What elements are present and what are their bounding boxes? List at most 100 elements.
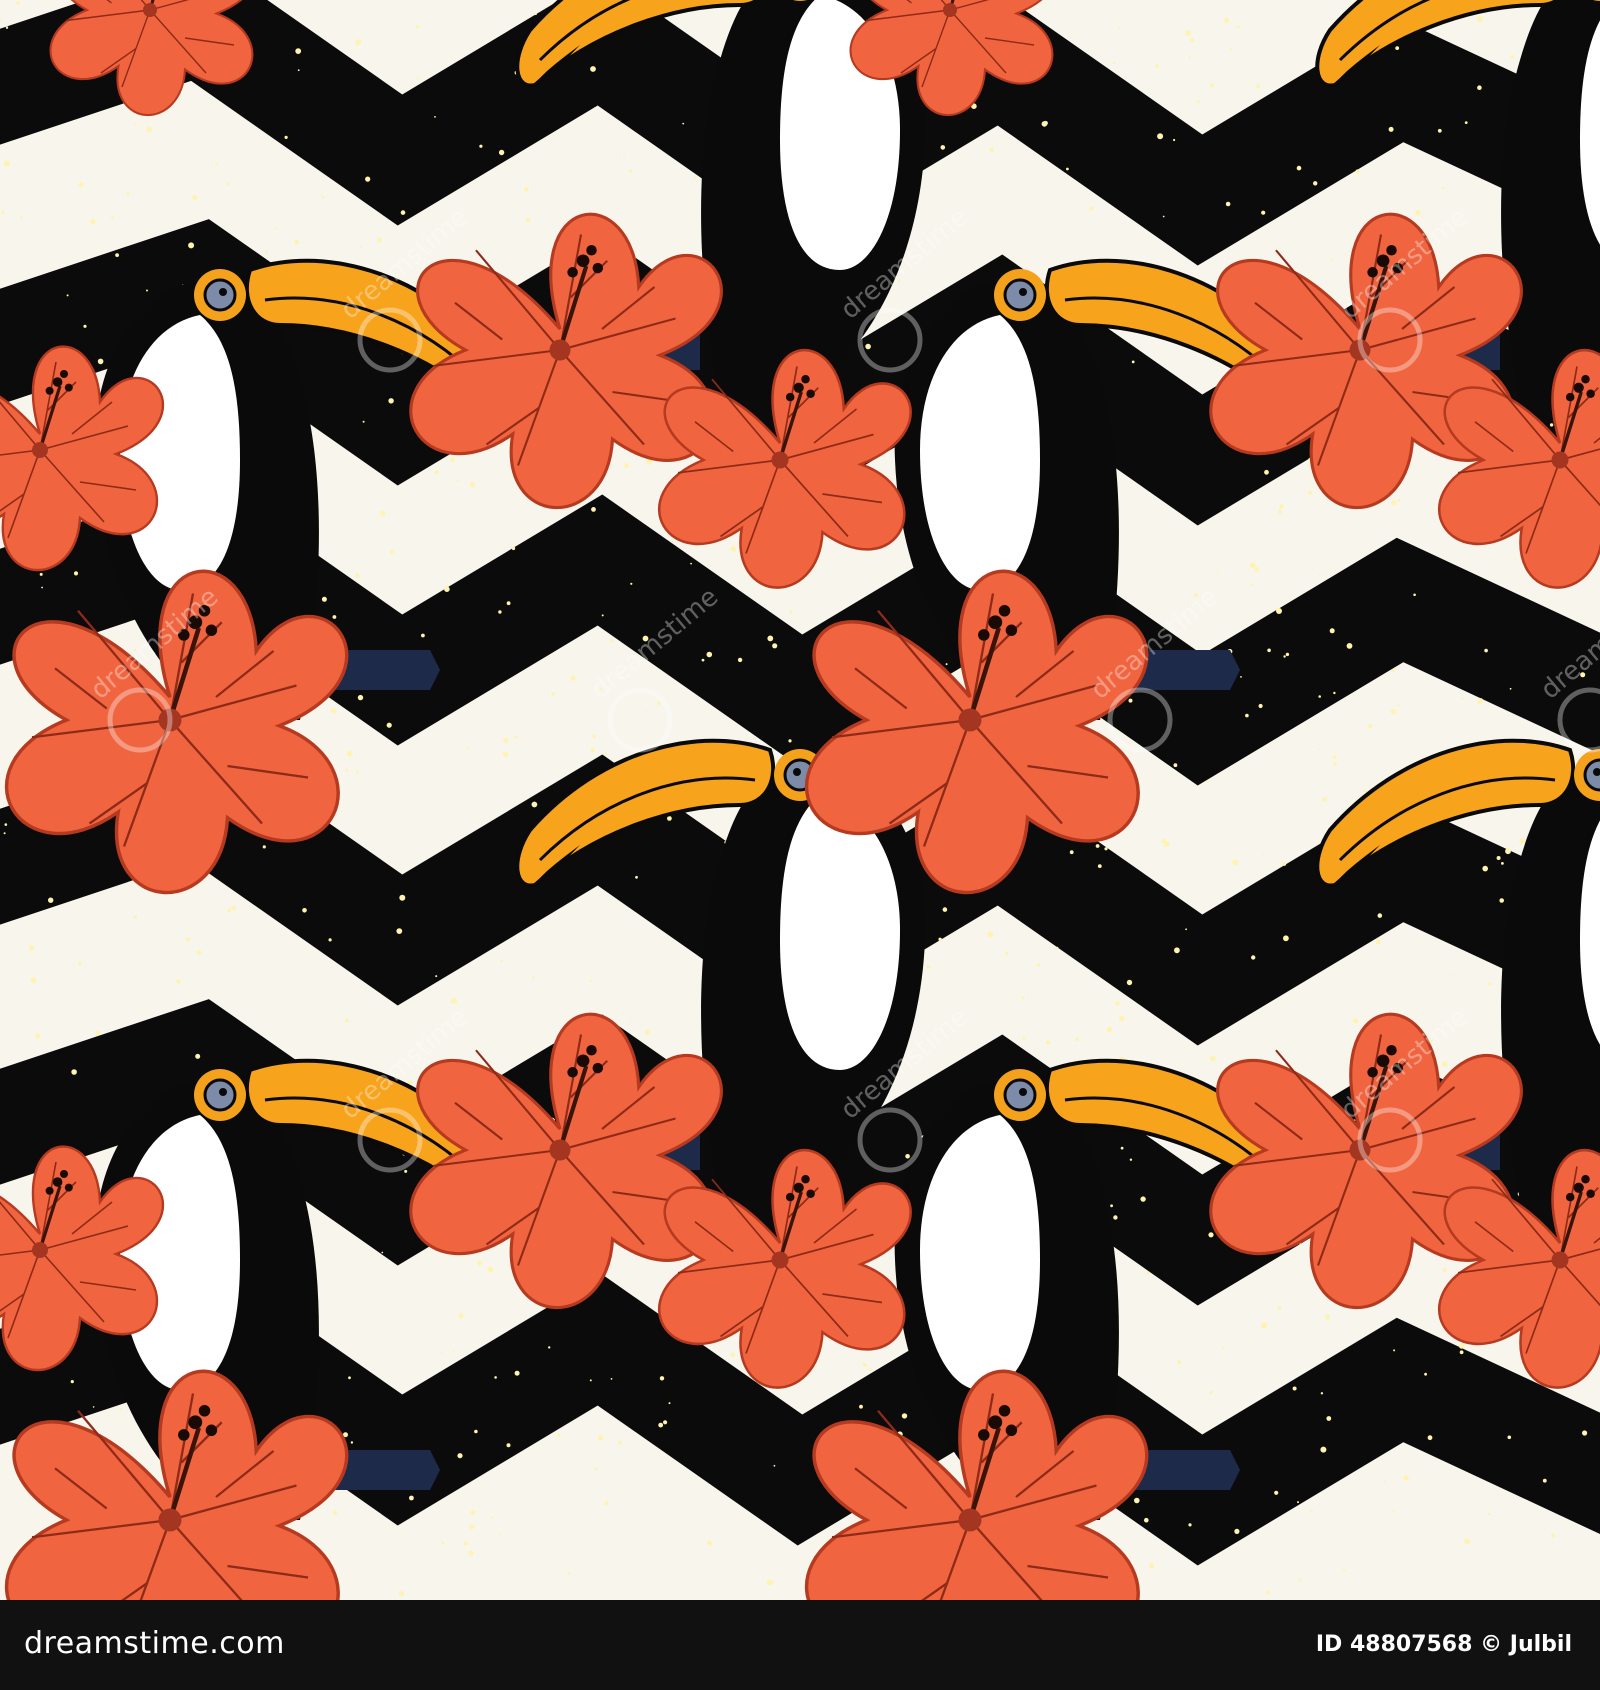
speckle	[1542, 1478, 1547, 1483]
speckle	[1482, 865, 1488, 872]
speckle	[133, 123, 136, 126]
speckle	[389, 549, 394, 554]
speckle	[1266, 1590, 1271, 1595]
speckle	[479, 144, 483, 148]
speckle	[115, 253, 119, 257]
speckle	[48, 897, 54, 903]
speckle	[1210, 83, 1214, 87]
speckle	[1487, 1512, 1491, 1516]
speckle	[297, 69, 300, 72]
speckle	[487, 1266, 494, 1273]
speckle	[474, 1429, 478, 1434]
speckle	[1264, 469, 1269, 475]
speckle	[195, 1053, 201, 1059]
speckle	[376, 237, 382, 243]
speckle	[531, 801, 538, 808]
speckle	[901, 1413, 908, 1419]
speckle	[862, 1362, 867, 1367]
speckle	[514, 1370, 520, 1376]
speckle	[19, 216, 23, 219]
speckle	[457, 1453, 463, 1459]
speckle	[345, 769, 348, 772]
speckle	[458, 1313, 464, 1319]
speckle	[1177, 1360, 1182, 1365]
speckle	[592, 734, 597, 739]
speckle	[645, 1029, 650, 1035]
speckle	[1276, 608, 1282, 614]
speckle	[1499, 898, 1504, 903]
speckle	[146, 126, 152, 133]
speckle	[1292, 1386, 1297, 1391]
speckle	[332, 615, 337, 619]
speckle	[1045, 1040, 1051, 1045]
speckle	[348, 1376, 351, 1380]
speckle	[97, 358, 104, 365]
speckle	[568, 1572, 571, 1575]
speckle	[356, 770, 359, 774]
speckle	[1258, 703, 1263, 709]
speckle	[1279, 504, 1284, 509]
speckle	[386, 722, 392, 728]
speckle	[1441, 1061, 1448, 1067]
speckle	[663, 1420, 668, 1425]
speckle	[1479, 698, 1483, 702]
speckle	[345, 1018, 349, 1023]
speckle	[1551, 1533, 1556, 1538]
speckle	[470, 1510, 476, 1515]
speckle	[16, 1, 20, 5]
speckle	[859, 1404, 863, 1409]
speckle	[1320, 1392, 1324, 1395]
speckle	[658, 1422, 664, 1428]
speckle	[1298, 1578, 1302, 1582]
stock-footer-bar: dreamstime.com ID 48807568 © Julbil	[0, 1600, 1600, 1690]
image-credit: ID 48807568 © Julbil	[1316, 1632, 1572, 1657]
speckle	[865, 343, 871, 350]
speckle	[1120, 1146, 1124, 1150]
speckle	[1283, 655, 1286, 658]
speckle	[506, 1443, 511, 1448]
speckle	[1110, 1204, 1113, 1208]
speckle	[1333, 691, 1336, 695]
speckle	[1427, 1435, 1433, 1441]
speckle	[381, 1251, 384, 1254]
speckle	[938, 937, 942, 941]
speckle	[1415, 210, 1421, 216]
speckle	[589, 979, 593, 983]
speckle	[503, 737, 509, 744]
speckle	[1403, 1475, 1409, 1481]
speckle	[231, 905, 236, 911]
speckle	[1286, 999, 1289, 1001]
speckle	[440, 1351, 443, 1354]
speckle	[604, 1501, 609, 1506]
speckle	[1267, 648, 1271, 653]
speckle	[78, 961, 82, 965]
speckle	[1249, 562, 1256, 569]
speckle	[646, 459, 652, 465]
speckle	[1261, 1322, 1268, 1329]
speckle	[421, 633, 425, 638]
speckle	[1363, 789, 1367, 793]
speckle	[1437, 128, 1442, 133]
speckle	[1174, 947, 1180, 954]
speckle	[1240, 676, 1242, 678]
speckle	[788, 739, 792, 743]
speckle	[146, 289, 148, 292]
speckle	[388, 398, 394, 404]
speckle	[1236, 25, 1240, 29]
speckle	[690, 562, 692, 565]
speckle	[1075, 1037, 1079, 1042]
speckle	[1261, 210, 1266, 215]
speckle	[730, 546, 737, 552]
speckle	[355, 573, 360, 578]
speckle	[707, 1540, 713, 1546]
speckle	[73, 571, 79, 576]
speckle	[1278, 509, 1282, 514]
speckle	[1310, 1510, 1313, 1513]
speckle	[1397, 498, 1401, 502]
speckle	[365, 176, 371, 182]
speckle	[1254, 567, 1259, 572]
speckle	[1262, 853, 1264, 855]
speckle	[39, 572, 43, 576]
speckle	[557, 1433, 561, 1437]
speckle	[1036, 963, 1041, 967]
